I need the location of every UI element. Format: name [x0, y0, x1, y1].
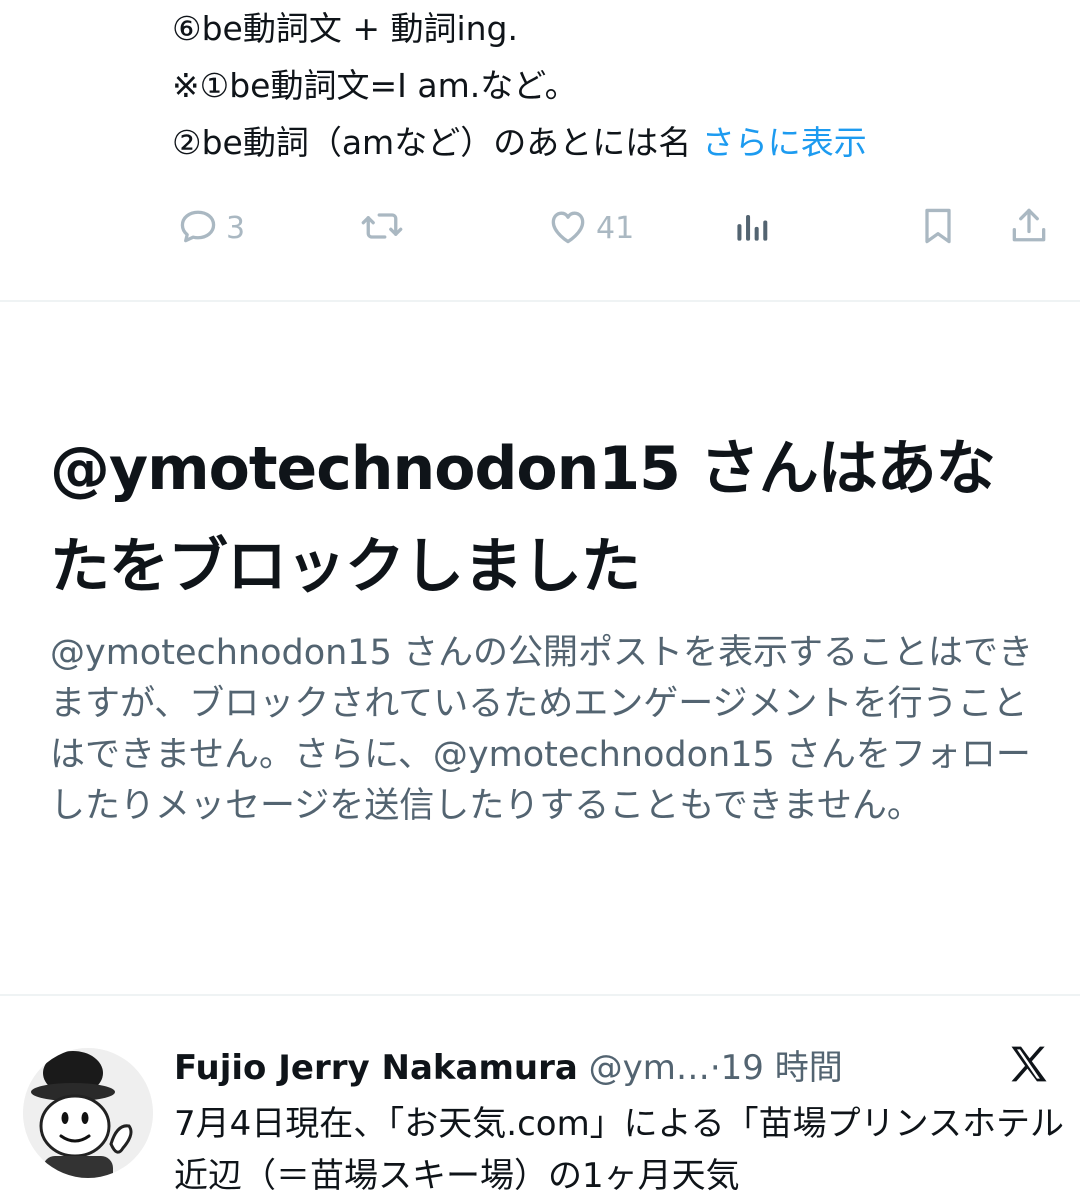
- tweet-top[interactable]: ④be動詞文 + 動詞. ⑥be動詞文 + 動詞ing. ※①be動詞文=I a…: [0, 0, 1080, 300]
- like-count: 41: [596, 210, 635, 246]
- share-icon: [1007, 204, 1051, 252]
- author-row: Fujio Jerry Nakamura @ym…·19 時間: [174, 1040, 843, 1089]
- tweet-line: ②be動詞（amなど）のあとには名 さらに表示: [172, 114, 867, 171]
- reply-button[interactable]: 3: [176, 200, 245, 256]
- tweet-line: ⑥be動詞文 + 動詞ing.: [172, 9, 518, 48]
- tweet-bottom[interactable]: Fujio Jerry Nakamura @ym…·19 時間 7月4日現在、「…: [0, 998, 1080, 1200]
- author-handle[interactable]: @ym…: [589, 1048, 710, 1088]
- tweet-actions: 3 41: [0, 200, 1080, 256]
- like-button[interactable]: 41: [546, 200, 634, 256]
- tweet-text: 7月4日現在、「お天気.com」による「苗場プリンスホテル近辺（＝苗場スキー場）…: [174, 1104, 1064, 1196]
- separator-dot: ·: [709, 1048, 721, 1088]
- views-icon: [731, 204, 775, 252]
- retweet-icon: [360, 204, 404, 252]
- tweet-time[interactable]: 19 時間: [721, 1048, 843, 1088]
- retweet-button[interactable]: [360, 200, 404, 256]
- tweet-line-text: ②be動詞（amなど）のあとには名: [172, 123, 692, 162]
- block-notice-body: @ymotechnodon15 さんの公開ポストを表示することはできますが、ブロ…: [50, 633, 1033, 826]
- author-name[interactable]: Fujio Jerry Nakamura: [174, 1048, 578, 1088]
- like-icon: [546, 204, 590, 252]
- avatar-image: [23, 1048, 153, 1178]
- show-more-link[interactable]: さらに表示: [702, 123, 867, 162]
- reply-icon: [176, 204, 220, 252]
- x-logo-icon[interactable]: [1005, 1042, 1051, 1086]
- bookmark-button[interactable]: [916, 200, 960, 256]
- block-notice-title: @ymotechnodon15 さんはあなたをブロックしました: [50, 434, 996, 602]
- share-button[interactable]: [1007, 200, 1051, 256]
- views-button[interactable]: [731, 200, 775, 256]
- avatar[interactable]: [23, 1048, 153, 1178]
- tweet-line: ※①be動詞文=I am.など。: [172, 66, 578, 105]
- block-notice: @ymotechnodon15 さんはあなたをブロックしました @ymotech…: [0, 302, 1080, 994]
- tweet-text: ④be動詞文 + 動詞. ⑥be動詞文 + 動詞ing. ※①be動詞文=I a…: [172, 0, 867, 171]
- bookmark-icon: [916, 204, 960, 252]
- reply-count: 3: [226, 210, 246, 246]
- divider: [0, 994, 1080, 996]
